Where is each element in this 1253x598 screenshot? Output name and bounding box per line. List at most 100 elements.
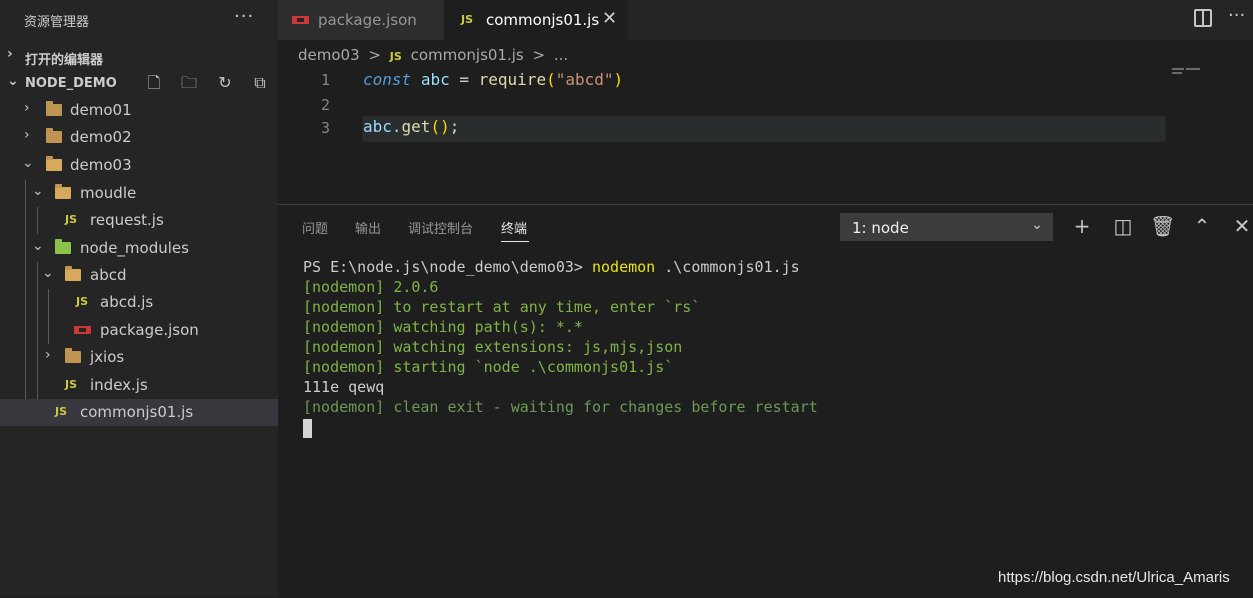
project-label: NODE_DEMO: [25, 76, 117, 91]
chevron-right-icon: ›: [24, 127, 30, 143]
tree-item-label: demo03: [70, 156, 132, 174]
keyword-token: const: [363, 70, 412, 89]
nodemon-tag: [nodemon]: [303, 278, 385, 296]
nodemon-tag: [nodemon]: [303, 298, 385, 316]
tree-item-label: request.js: [90, 211, 164, 229]
function-token: get: [401, 117, 431, 136]
minimap[interactable]: [1172, 68, 1202, 74]
current-line-highlight: [362, 116, 1166, 142]
chevron-up-icon[interactable]: ⌃: [1190, 214, 1214, 238]
terminal-select[interactable]: 1: node ⌄: [840, 213, 1053, 241]
new-file-icon[interactable]: 🗋: [143, 72, 165, 94]
close-icon[interactable]: ✕: [602, 8, 617, 29]
open-editors-label: 打开的编辑器: [25, 53, 104, 68]
tree-item-index-js[interactable]: JS index.js: [0, 372, 278, 399]
node-modules-folder-icon: [55, 239, 71, 254]
chevron-right-icon: ›: [7, 46, 13, 62]
terminal-text: clean exit - waiting for changes before …: [393, 398, 818, 416]
tab-commonjs01-js[interactable]: JS commonjs01.js ✕: [444, 0, 628, 40]
terminal-text: watching extensions: js,mjs,json: [393, 338, 683, 356]
tree-item-demo01[interactable]: › demo01: [0, 97, 278, 124]
chevron-down-icon: ⌄: [7, 73, 19, 89]
code-line-3[interactable]: abc.get();: [363, 117, 459, 136]
project-section[interactable]: ⌄ NODE_DEMO: [0, 70, 278, 97]
tree-item-jxios[interactable]: › jxios: [0, 344, 278, 371]
npm-icon: [292, 16, 309, 24]
folder-open-icon: [46, 156, 62, 171]
line-number: 1: [320, 71, 330, 89]
npm-icon: [74, 326, 91, 334]
tree-item-demo02[interactable]: › demo02: [0, 124, 278, 151]
terminal-prompt: PS E:\node.js\node_demo\demo03>: [303, 258, 583, 276]
chevron-down-icon: ⌄: [1031, 217, 1043, 233]
terminal-text: starting `node .\commonjs01.js`: [393, 358, 674, 376]
punctuation-token: ;: [449, 117, 460, 136]
more-actions-icon[interactable]: ···: [234, 6, 254, 27]
line-number: 3: [320, 119, 330, 137]
tab-terminal[interactable]: 终端: [501, 218, 527, 237]
js-file-icon: JS: [65, 213, 78, 226]
folder-open-icon: [55, 184, 71, 199]
more-actions-icon[interactable]: ···: [1228, 5, 1245, 26]
identifier-token: abc.: [363, 117, 402, 136]
tree-item-label: node_modules: [80, 239, 189, 257]
split-editor-icon[interactable]: [1194, 9, 1212, 27]
breadcrumb: demo03 > JS commonjs01.js > ...: [298, 46, 572, 66]
close-icon[interactable]: ✕: [1230, 214, 1253, 238]
terminal-text: to restart at any time, enter `rs`: [393, 298, 701, 316]
chevron-down-icon: ⌄: [42, 265, 54, 281]
watermark: https://blog.csdn.net/Ulrica_Amaris: [998, 569, 1230, 586]
tree-item-label: moudle: [80, 184, 137, 202]
tree-item-package-json[interactable]: package.json: [0, 317, 278, 344]
tree-item-label: demo02: [70, 128, 132, 146]
tree-item-abcd-js[interactable]: JS abcd.js: [0, 289, 278, 316]
collapse-all-icon[interactable]: ⧉: [249, 72, 271, 94]
explorer-title: 资源管理器: [24, 15, 90, 30]
tree-item-abcd[interactable]: ⌄ abcd: [0, 262, 278, 289]
chevron-down-icon: ⌄: [22, 155, 34, 171]
terminal-cursor[interactable]: [303, 419, 312, 438]
tree-item-label: abcd.js: [100, 293, 154, 311]
new-folder-icon[interactable]: 🗀: [178, 72, 200, 94]
tree-item-request-js[interactable]: JS request.js: [0, 207, 278, 234]
nodemon-tag: [nodemon]: [303, 338, 385, 356]
refresh-icon[interactable]: ↻: [214, 72, 236, 94]
nodemon-tag: [nodemon]: [303, 358, 385, 376]
breadcrumb-folder[interactable]: demo03: [298, 46, 360, 64]
tree-item-moudle[interactable]: ⌄ moudle: [0, 180, 278, 207]
nodemon-tag: [nodemon]: [303, 318, 385, 336]
tree-item-label: package.json: [100, 321, 199, 339]
identifier-token: abc: [420, 70, 450, 89]
terminal-command-args: .\commonjs01.js: [664, 258, 800, 276]
tree-item-commonjs01-js[interactable]: JS commonjs01.js: [0, 399, 278, 426]
terminal-text: 2.0.6: [393, 278, 439, 296]
terminal-command: nodemon: [592, 258, 656, 276]
trash-icon[interactable]: 🗑: [1150, 214, 1175, 238]
split-terminal-icon[interactable]: ◫: [1111, 214, 1135, 238]
breadcrumb-ellipsis[interactable]: ...: [554, 46, 568, 64]
chevron-down-icon: ⌄: [32, 238, 44, 254]
tab-problems[interactable]: 问题: [302, 218, 328, 237]
chevron-right-icon: ›: [45, 347, 51, 363]
tree-item-label: demo01: [70, 101, 132, 119]
code-line-1[interactable]: const abc = require("abcd"): [363, 70, 623, 89]
terminal-line: [nodemon] watching extensions: js,mjs,js…: [303, 338, 682, 356]
tab-debug-console[interactable]: 调试控制台: [408, 218, 473, 237]
nodemon-tag: [nodemon]: [303, 398, 385, 416]
open-editors-section[interactable]: › 打开的编辑器: [0, 43, 278, 70]
bracket-token: (: [430, 117, 441, 136]
terminal-prompt-line: PS E:\node.js\node_demo\demo03> nodemon …: [303, 258, 800, 276]
tree-item-demo03[interactable]: ⌄ demo03: [0, 152, 278, 179]
folder-icon: [46, 128, 62, 143]
folder-open-icon: [65, 266, 81, 281]
line-number: 2: [320, 96, 330, 114]
tab-package-json[interactable]: package.json: [278, 0, 444, 40]
tree-item-node-modules[interactable]: ⌄ node_modules: [0, 235, 278, 262]
js-file-icon: JS: [389, 50, 402, 63]
editor-tab-bar: package.json JS commonjs01.js ✕: [278, 0, 1253, 40]
js-file-icon: JS: [461, 13, 474, 26]
tab-output[interactable]: 输出: [355, 218, 381, 237]
add-terminal-icon[interactable]: +: [1070, 214, 1094, 238]
bracket-token: ): [440, 117, 450, 136]
breadcrumb-file[interactable]: commonjs01.js: [411, 46, 524, 64]
